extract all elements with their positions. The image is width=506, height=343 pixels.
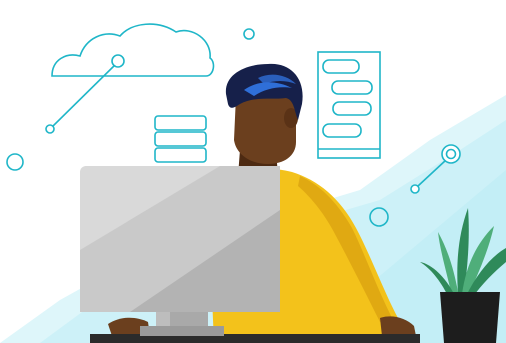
monitor: [80, 166, 280, 336]
node-connector-icon: [45, 54, 125, 134]
monitor-base: [140, 326, 224, 336]
plant-pot: [440, 292, 500, 343]
server-stack-icon: [154, 115, 207, 163]
cloud-icon: [51, 23, 215, 77]
illustration-scene: [0, 0, 506, 343]
app-screen-icon: [317, 51, 381, 159]
illustration-canvas: [0, 23, 506, 343]
floating-circle: [243, 28, 255, 40]
desk: [90, 334, 420, 343]
floating-circle: [6, 153, 24, 171]
